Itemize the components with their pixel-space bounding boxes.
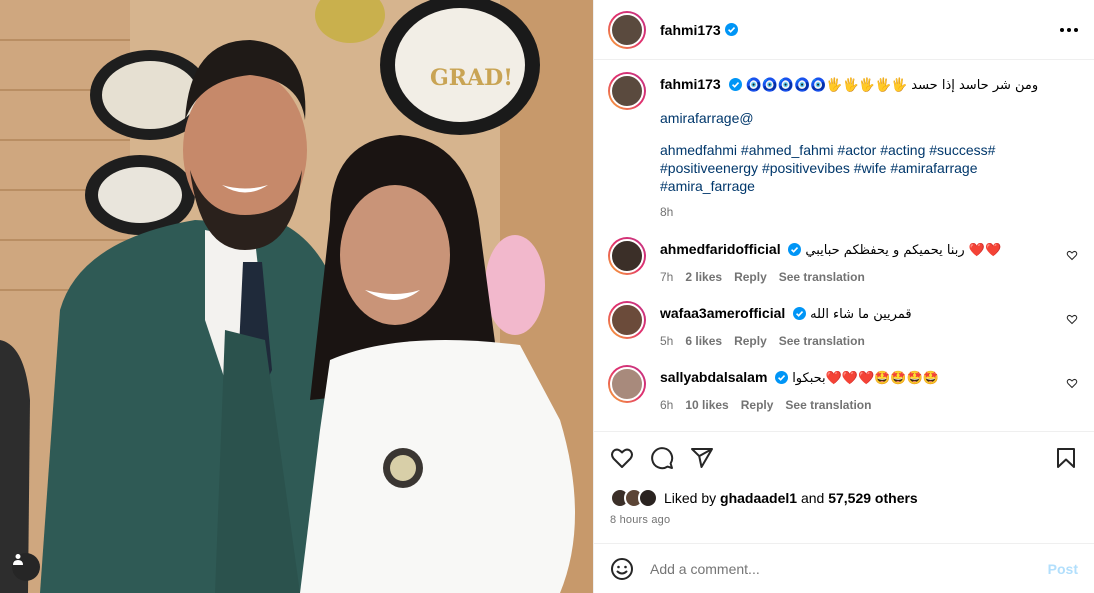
liked-by-prefix: Liked by: [664, 490, 717, 506]
post-image: GRAD!: [0, 0, 593, 593]
comment-time[interactable]: 7h: [660, 270, 673, 284]
comment-text: قمريين ما شاء الله: [810, 307, 912, 322]
caption-time[interactable]: 8h: [660, 205, 673, 219]
comment-text: بحبكوا❤️❤️❤️🤩🤩🤩🤩: [792, 371, 939, 386]
post-time[interactable]: 8 hours ago: [610, 514, 1078, 526]
liked-by-user[interactable]: ghadaadel1: [720, 490, 797, 506]
emoji-icon[interactable]: [610, 557, 634, 581]
comment-username[interactable]: ahmedfaridofficial: [660, 241, 781, 257]
comment-username[interactable]: sallyabdalsalam: [660, 369, 767, 385]
see-translation-button[interactable]: See translation: [785, 398, 871, 412]
see-translation-button[interactable]: See translation: [779, 270, 865, 284]
comment-time[interactable]: 5h: [660, 334, 673, 348]
comments-list: fahmi173 🧿🧿🧿🧿🧿🖐🖐🖐🖐🖐 ومن شر حاسد إذا حسد …: [594, 60, 1094, 430]
likes-summary: Liked by ghadaadel1 and 57,529 others: [610, 488, 1078, 508]
caption-mention-line: amirafarrage@: [660, 109, 1078, 127]
comment-text: ربنا يحميكم و يحفظكم حبايبي ❤️❤️: [805, 243, 1002, 258]
share-icon[interactable]: [690, 446, 714, 470]
caption-avatar[interactable]: [608, 72, 646, 110]
reply-button[interactable]: Reply: [741, 398, 774, 412]
heart-icon[interactable]: [610, 446, 634, 470]
author-username[interactable]: fahmi173: [660, 22, 721, 38]
see-translation-button[interactable]: See translation: [779, 334, 865, 348]
verified-icon: [788, 243, 802, 256]
comment-heart-icon[interactable]: [1066, 377, 1078, 389]
verified-icon: [728, 78, 742, 91]
comment-likes[interactable]: 2 likes: [685, 270, 722, 284]
post-photo[interactable]: GRAD!: [0, 0, 593, 593]
comment-likes[interactable]: 10 likes: [685, 398, 728, 412]
liked-by-count[interactable]: 57,529 others: [828, 490, 918, 506]
post-header: fahmi173: [594, 0, 1094, 60]
hashtags-line-3[interactable]: #amira_farrage: [660, 177, 1078, 195]
comment-likes[interactable]: 6 likes: [685, 334, 722, 348]
caption-username[interactable]: fahmi173: [660, 76, 721, 92]
reply-button[interactable]: Reply: [734, 334, 767, 348]
author-avatar[interactable]: [608, 10, 646, 49]
comment-item: wafaa3amerofficial قمريين ما شاء الله 5h…: [608, 301, 1078, 348]
comment-username[interactable]: wafaa3amerofficial: [660, 305, 785, 321]
comment-avatar[interactable]: [608, 365, 646, 403]
post-detail-panel: fahmi173 fahmi173 🧿🧿🧿🧿🧿🖐🖐🖐🖐🖐 ومن شر حاسد…: [593, 0, 1094, 593]
comment-meta: 7h 2 likes Reply See translation: [660, 270, 1078, 284]
hashtags-line-1[interactable]: ahmedfahmi #ahmed_fahmi #actor #acting #…: [660, 141, 1078, 159]
reply-button[interactable]: Reply: [734, 270, 767, 284]
comment-icon[interactable]: [650, 446, 674, 470]
comment-item: ahmedfaridofficial ربنا يحميكم و يحفظكم …: [608, 237, 1078, 284]
action-icons: [610, 444, 1078, 472]
comment-avatar[interactable]: [608, 237, 646, 275]
comment-meta: 6h 10 likes Reply See translation: [660, 398, 1078, 412]
caption: fahmi173 🧿🧿🧿🧿🧿🖐🖐🖐🖐🖐 ومن شر حاسد إذا حسد …: [608, 72, 1078, 219]
svg-text:GRAD!: GRAD!: [430, 65, 513, 91]
caption-first-line: fahmi173 🧿🧿🧿🧿🧿🖐🖐🖐🖐🖐 ومن شر حاسد إذا حسد: [660, 75, 1078, 95]
comment-heart-icon[interactable]: [1066, 313, 1078, 325]
caption-hashtags: ahmedfahmi #ahmed_fahmi #actor #acting #…: [660, 141, 1078, 195]
comment-item: sallyabdalsalam بحبكوا❤️❤️❤️🤩🤩🤩🤩 6h 10 l…: [608, 365, 1078, 412]
verified-icon: [793, 307, 807, 320]
caption-emojis: 🧿🧿🧿🧿🧿🖐🖐🖐🖐🖐: [745, 78, 908, 93]
add-comment-bar: Post: [594, 543, 1094, 593]
more-icon[interactable]: [1060, 27, 1078, 32]
user-tag-icon[interactable]: [12, 553, 40, 581]
liked-by-and: and: [800, 490, 825, 506]
liker-avatar: [638, 488, 658, 508]
action-bar: Liked by ghadaadel1 and 57,529 others 8 …: [594, 431, 1094, 546]
verified-icon: [775, 371, 789, 384]
liker-avatars: [610, 488, 658, 508]
comment-input[interactable]: [650, 560, 1048, 577]
caption-meta: 8h: [660, 205, 1078, 219]
post-comment-button[interactable]: Post: [1048, 561, 1078, 577]
hashtags-line-2[interactable]: #positiveenergy #positivevibes #wife #am…: [660, 159, 1078, 177]
comment-meta: 5h 6 likes Reply See translation: [660, 334, 1078, 348]
verified-icon: [724, 23, 738, 36]
comment-heart-icon[interactable]: [1066, 249, 1078, 261]
bookmark-icon[interactable]: [1054, 446, 1078, 470]
comment-avatar[interactable]: [608, 301, 646, 339]
comment-time[interactable]: 6h: [660, 398, 673, 412]
caption-arabic: ومن شر حاسد إذا حسد: [911, 78, 1039, 93]
caption-mention[interactable]: amirafarrage@: [660, 110, 754, 126]
